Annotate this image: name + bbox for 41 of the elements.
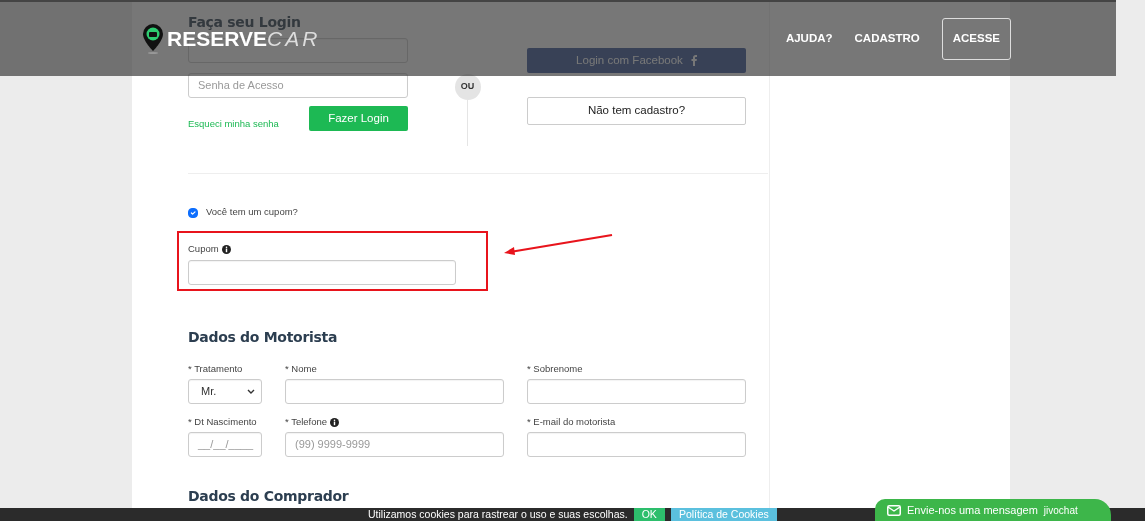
envelope-icon: [887, 504, 901, 516]
chat-brand: jivochat: [1043, 503, 1078, 518]
field-label: * E-mail do motorista: [527, 415, 616, 430]
login-button[interactable]: Fazer Login: [309, 106, 408, 131]
field-label: * Sobrenome: [527, 362, 583, 377]
input-field[interactable]: [527, 432, 746, 457]
input-field[interactable]: [527, 379, 746, 404]
info-icon: [330, 418, 340, 427]
field-label: * Tratamento: [188, 362, 243, 377]
password-field[interactable]: Senha de Acesso: [188, 73, 408, 98]
cookie-message: Utilizamos cookies para rastrear o uso e suas escolhas.: [368, 508, 628, 521]
input-field[interactable]: (99) 9999-9999: [285, 432, 504, 457]
chat-label: Envie-nos uma mensagem: [907, 502, 1038, 518]
car-pin-icon: [143, 24, 163, 54]
or-separator: OU: [454, 74, 481, 100]
chevron-down-icon: [247, 389, 255, 394]
section-title: Dados do Motorista: [188, 328, 339, 347]
field-label: * Nome: [285, 362, 317, 377]
input-field[interactable]: __/__/____: [188, 432, 262, 457]
nav-link[interactable]: AJUDA?: [785, 30, 833, 48]
coupon-checkbox[interactable]: [188, 207, 198, 218]
forgot-password-link[interactable]: Esqueci minha senha: [188, 116, 279, 131]
input-field[interactable]: [285, 379, 504, 404]
coupon-checkbox-label: Você tem um cupom?: [206, 205, 298, 220]
coupon-label: Cupom: [188, 242, 219, 257]
field-label: * Dt Nascimento: [188, 415, 257, 430]
section-title: Dados do Comprador: [188, 487, 350, 506]
field-label: * Telefone: [285, 415, 328, 430]
login-title: Faça seu Login: [188, 16, 302, 29]
logo[interactable]: RESERVECAR: [167, 31, 321, 47]
signup-button[interactable]: Não tem cadastro?: [527, 97, 746, 125]
select-value: Mr.: [201, 384, 217, 400]
chat-widget-tab[interactable]: Envie-nos uma mensagem jivochat: [875, 499, 1111, 521]
info-icon: [221, 245, 231, 254]
access-button[interactable]: ACESSE: [941, 18, 1011, 60]
cookie-policy-button[interactable]: Política de Cookies: [670, 508, 777, 521]
facebook-icon: [690, 55, 697, 66]
accept-cookies-button[interactable]: OK: [633, 508, 665, 521]
title-select[interactable]: Mr.: [188, 379, 262, 404]
nav-link[interactable]: CADASTRO: [854, 30, 920, 48]
coupon-field[interactable]: [188, 260, 456, 285]
